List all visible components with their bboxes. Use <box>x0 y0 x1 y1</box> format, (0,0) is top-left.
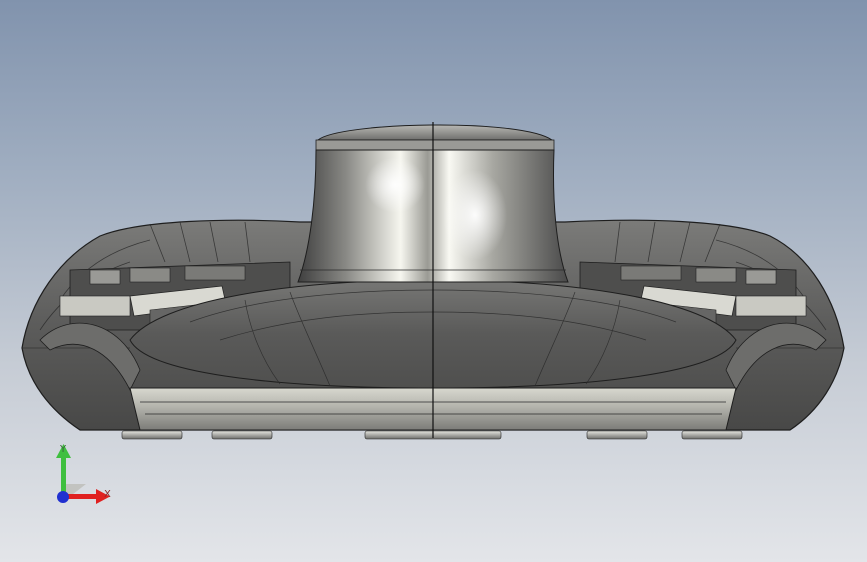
3d-viewport[interactable]: Y X <box>0 0 867 562</box>
x-axis-label: X <box>104 489 111 500</box>
y-axis-arrow <box>61 456 66 492</box>
x-axis-arrow <box>64 494 98 499</box>
cad-model[interactable] <box>0 0 867 562</box>
z-axis-dot <box>57 491 69 503</box>
feet <box>121 430 743 440</box>
dome-cap <box>316 124 554 141</box>
y-axis-label: Y <box>59 444 67 455</box>
axis-triad: Y X <box>56 444 111 504</box>
